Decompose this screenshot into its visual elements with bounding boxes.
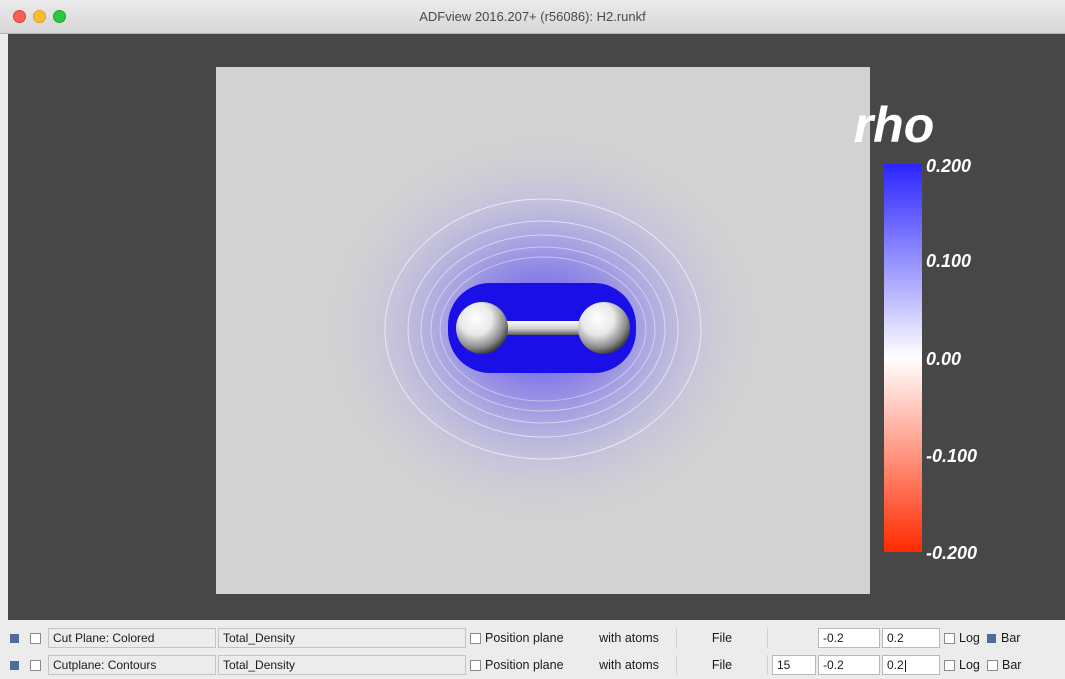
visibility-toggle[interactable] [10, 661, 19, 670]
bar-label: Bar [1001, 631, 1021, 645]
window-title: ADFview 2016.207+ (r56086): H2.runkf [419, 9, 646, 24]
bar-label: Bar [1002, 658, 1022, 672]
select-checkbox[interactable] [30, 660, 41, 671]
colorbar-gradient [884, 164, 922, 552]
position-plane-checkbox[interactable] [470, 633, 481, 644]
controls-panel: Cut Plane: Colored Total_Density Positio… [0, 624, 1065, 679]
visibility-toggle[interactable] [10, 634, 19, 643]
log-checkbox[interactable] [944, 660, 955, 671]
3d-viewport[interactable]: rho 0.200 0.100 0.00 -0.100 -0.200 [8, 34, 1065, 620]
position-plane-checkbox[interactable] [470, 660, 481, 671]
file-button[interactable]: File [676, 628, 768, 648]
colorbar-tick: -0.200 [926, 543, 977, 563]
max-value-text: 0.2 [887, 658, 904, 672]
plot-name-field[interactable]: Cutplane: Contours [48, 655, 216, 675]
max-value-field[interactable]: 0.2 [882, 655, 940, 675]
position-plane-label: Position plane [485, 631, 564, 645]
min-value-field[interactable]: -0.2 [818, 655, 880, 675]
file-button[interactable]: File [676, 655, 768, 675]
control-row-contours: Cutplane: Contours Total_Density Positio… [0, 655, 1065, 677]
field-selector[interactable]: Total_Density [218, 655, 466, 675]
text-caret [904, 659, 906, 672]
max-value-field[interactable]: 0.2 [882, 628, 940, 648]
with-atoms-button[interactable]: with atoms [584, 628, 674, 648]
colorbar-tick: 0.100 [926, 251, 971, 271]
contours-field[interactable] [772, 628, 816, 648]
with-atoms-button[interactable]: with atoms [584, 655, 674, 675]
min-value-field[interactable]: -0.2 [818, 628, 880, 648]
colorbar: rho 0.200 0.100 0.00 -0.100 -0.200 [854, 97, 977, 563]
bar-checkbox-checked[interactable] [987, 634, 996, 643]
field-selector[interactable]: Total_Density [218, 628, 466, 648]
select-checkbox[interactable] [30, 633, 41, 644]
contours-field[interactable]: 15 [772, 655, 816, 675]
colorbar-title: rho [854, 97, 935, 153]
log-label: Log [959, 631, 980, 645]
log-checkbox[interactable] [944, 633, 955, 644]
colorbar-tick: -0.100 [926, 446, 977, 466]
log-label: Log [959, 658, 980, 672]
control-row-colored: Cut Plane: Colored Total_Density Positio… [0, 628, 1065, 650]
colorbar-tick: 0.00 [926, 349, 961, 369]
title-bar: ADFview 2016.207+ (r56086): H2.runkf [0, 0, 1065, 34]
position-plane-label: Position plane [485, 658, 564, 672]
plot-name-field[interactable]: Cut Plane: Colored [48, 628, 216, 648]
bar-checkbox[interactable] [987, 660, 998, 671]
colorbar-tick: 0.200 [926, 156, 971, 176]
